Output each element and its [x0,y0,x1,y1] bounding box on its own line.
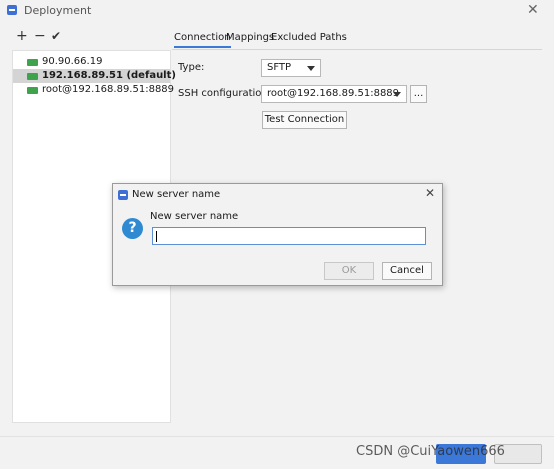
bottom-divider [0,436,554,437]
tab-excluded-paths[interactable]: Excluded Paths [271,30,347,46]
new-server-name-dialog: New server name ✕ ? New server name OK C… [112,183,443,286]
text-cursor [156,231,157,242]
server-item-label: 192.168.89.51 (default) [42,70,176,81]
ssh-config-select[interactable]: root@192.168.89.51:8889 [261,85,407,103]
server-item-label: 90.90.66.19 [42,56,103,67]
tab-connection[interactable]: Connection [174,30,231,48]
test-connection-button[interactable]: Test Connection [262,111,347,129]
chevron-down-icon [307,66,315,71]
dialog-field-label: New server name [150,211,239,222]
dialog-ok-button[interactable]: OK [324,262,374,280]
watermark: CSDN @CuiYaowen666 [356,444,505,459]
window-title: Deployment [24,4,92,17]
type-select[interactable]: SFTP [261,59,321,77]
app-icon [118,190,128,203]
window-close-icon[interactable]: ✕ [527,2,539,18]
server-item[interactable]: root@192.168.89.51:8889 [13,83,174,97]
dialog-close-icon[interactable]: ✕ [425,186,435,200]
type-select-value: SFTP [267,62,292,73]
server-icon [27,87,38,94]
app-icon [6,4,18,19]
apply-check-icon[interactable]: ✔ [51,29,61,43]
tabs-divider [172,49,542,50]
server-icon [27,73,38,80]
server-icon [27,59,38,66]
remove-server-button[interactable]: − [34,28,46,44]
question-icon: ? [122,218,143,239]
server-item-label: root@192.168.89.51:8889 [42,84,175,95]
ssh-config-label: SSH configuration: [178,88,272,99]
ssh-browse-button[interactable]: ... [410,85,427,103]
server-item[interactable]: 90.90.66.19 [13,55,170,69]
ssh-config-value: root@192.168.89.51:8889 [267,88,400,99]
tab-mappings[interactable]: Mappings [226,30,274,46]
dialog-cancel-button[interactable]: Cancel [382,262,432,280]
server-item-selected[interactable]: 192.168.89.51 (default) [13,69,176,83]
dialog-title: New server name [132,189,221,200]
chevron-down-icon [393,92,401,97]
type-label: Type: [178,62,205,73]
add-server-button[interactable]: + [16,28,28,44]
server-name-input[interactable] [152,227,426,245]
